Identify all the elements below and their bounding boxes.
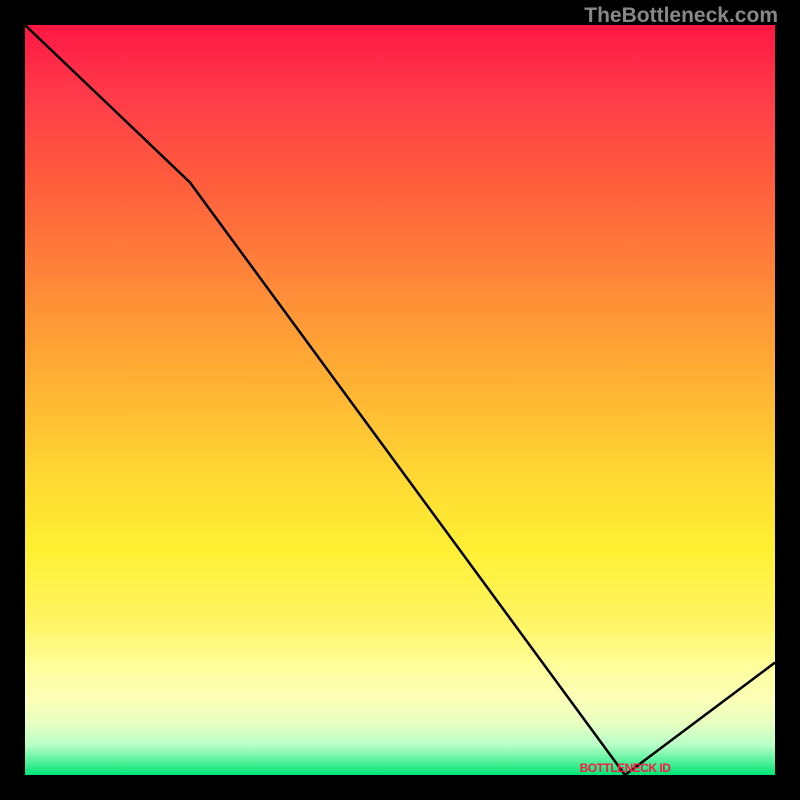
vertex-label: BOTTLENECK ID — [580, 761, 671, 775]
bottleneck-curve-path — [25, 25, 775, 775]
chart-curve-svg — [25, 25, 775, 775]
watermark-text: TheBottleneck.com — [584, 4, 778, 28]
chart-plot-area: BOTTLENECK ID — [25, 25, 775, 775]
